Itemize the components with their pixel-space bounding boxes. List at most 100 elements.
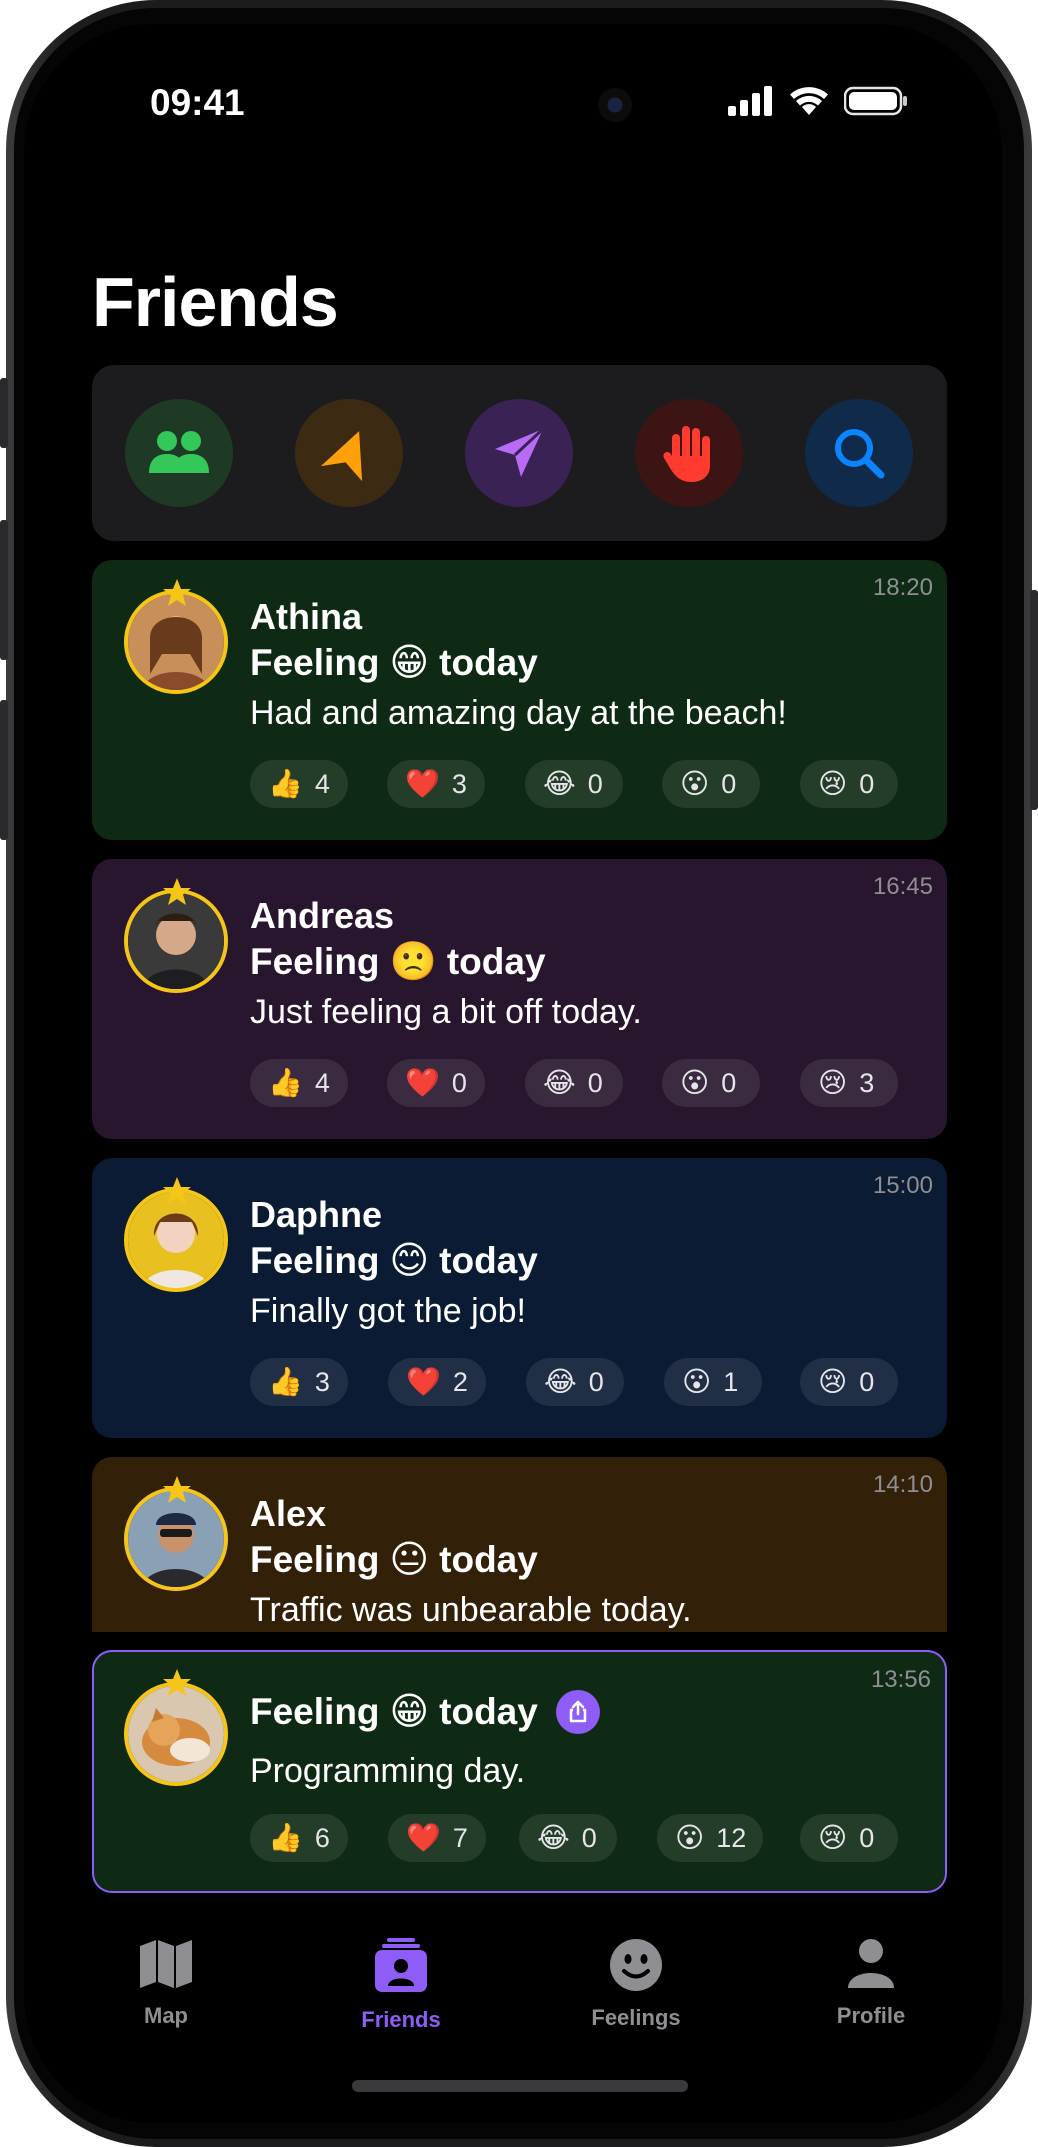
reaction-love[interactable]: ❤️ 2 [388,1358,486,1406]
reaction-count: 0 [451,1067,467,1098]
tab-map[interactable]: Map [66,1938,266,2029]
feeling-emoji: 😁 [389,642,430,684]
power-button [1030,590,1038,810]
reaction-wow[interactable]: 😮 0 [662,760,760,808]
reaction-count: 3 [314,1366,330,1397]
feeling-line: Feeling 😐 today [250,1539,538,1581]
tab-profile[interactable]: Profile [771,1938,971,2029]
tab-bar: Map Friends Feelings Profile [24,1900,1002,2100]
reaction-count: 0 [587,768,603,799]
reaction-wow[interactable]: 😮 1 [664,1358,762,1406]
post-time: 13:56 [870,1666,931,1693]
reaction-laugh[interactable]: 😂 0 [525,760,623,808]
heart-icon: ❤️ [406,1822,441,1853]
reaction-like[interactable]: 👍 3 [250,1358,348,1406]
friends-tab-icon [375,1938,427,1992]
friend-name: Andreas [250,895,395,936]
feeling-suffix: today [439,1240,538,1281]
sad-icon: 😢 [818,1067,848,1098]
reaction-sad[interactable]: 😢 0 [800,760,898,808]
home-indicator[interactable] [352,2080,688,2092]
wow-icon: 😮 [682,1366,712,1397]
reaction-wow[interactable]: 😮 12 [657,1814,763,1862]
reaction-count: 3 [451,768,467,799]
reaction-love[interactable]: ❤️ 0 [387,1059,485,1107]
feeling-suffix: today [446,941,546,982]
page-title: Friends [92,263,339,341]
block-action-button[interactable] [635,399,743,507]
reaction-sad[interactable]: 😢 0 [800,1814,898,1862]
tab-feelings[interactable]: Feelings [536,1938,736,2031]
friend-name: Athina [250,596,362,637]
post-time: 15:00 [872,1172,933,1199]
my-post-card[interactable]: 13:56 Feeling 😁 today Programming day. 👍… [92,1650,947,1893]
share-button[interactable] [555,1690,600,1734]
reaction-like[interactable]: 👍 4 [250,760,348,808]
star-icon [163,1669,191,1696]
tab-label: Friends [361,2007,441,2032]
reaction-sad[interactable]: 😢 3 [800,1059,898,1107]
action-button [0,378,8,448]
reaction-count: 0 [588,1366,604,1397]
star-icon [163,1476,191,1503]
reaction-count: 1 [723,1366,739,1397]
feeling-prefix: Feeling [250,941,380,982]
reaction-sad[interactable]: 😢 0 [800,1358,898,1406]
reaction-count: 0 [587,1067,603,1098]
laugh-icon: 😂 [543,768,576,799]
reaction-count: 0 [859,1366,875,1397]
friend-post-card[interactable]: 15:00 Daphne Feeling 😊 today Finally got… [92,1158,947,1438]
feeling-suffix: today [439,1539,538,1580]
feeling-line: Feeling 😁 today [250,1690,600,1734]
battery-icon [844,86,907,116]
nearby-action-button[interactable] [295,399,403,507]
star-icon [163,579,191,606]
friends-action-button[interactable] [125,399,233,507]
reaction-love[interactable]: ❤️ 3 [387,760,485,808]
reaction-wow[interactable]: 😮 0 [662,1059,760,1107]
reaction-laugh[interactable]: 😂 0 [519,1814,617,1862]
reaction-count: 6 [314,1822,330,1853]
post-time: 16:45 [872,873,933,900]
star-icon [163,878,191,905]
reaction-like[interactable]: 👍 4 [250,1059,348,1107]
share-icon [569,1700,587,1723]
reaction-love[interactable]: ❤️ 7 [388,1814,486,1862]
feeling-line: Feeling 😁 today [250,642,538,684]
person-icon [848,1939,894,1988]
reaction-laugh[interactable]: 😂 0 [525,1059,623,1107]
reaction-count: 3 [859,1067,875,1098]
front-camera [598,88,632,122]
friend-post-card[interactable]: 14:10 Alex Feeling 😐 today Traffic was u… [92,1457,947,1632]
reaction-count: 0 [859,768,875,799]
reaction-count: 4 [314,768,330,799]
status-icons [728,86,908,116]
reaction-like[interactable]: 👍 6 [250,1814,348,1862]
wow-icon: 😮 [675,1822,705,1853]
feeling-emoji: 😁 [389,1691,430,1733]
feeling-emoji: 😊 [389,1240,430,1282]
hand-stop-icon [663,426,710,482]
reaction-laugh[interactable]: 😂 0 [526,1358,624,1406]
reaction-count: 0 [721,768,737,799]
feeling-suffix: today [439,642,538,683]
friend-post-card[interactable]: 18:20 Athina Feeling 😁 today Had and ama… [92,560,947,840]
feeling-suffix: today [439,1691,538,1732]
friend-post-card[interactable]: 16:45 Andreas Feeling 🙁 today Just feeli… [92,859,947,1139]
post-message: Had and amazing day at the beach! [250,694,787,732]
wifi-icon [790,87,828,115]
search-action-button[interactable] [805,399,913,507]
send-action-button[interactable] [465,399,573,507]
feeling-prefix: Feeling [250,1240,380,1281]
tab-friends[interactable]: Friends [301,1938,501,2033]
reaction-count: 4 [314,1067,330,1098]
friend-name: Daphne [250,1194,383,1235]
map-icon [140,1940,192,1988]
reaction-count: 7 [452,1822,468,1853]
feeling-line: Feeling 😊 today [250,1240,538,1282]
sad-icon: 😢 [818,768,848,799]
tab-label: Feelings [591,2005,681,2030]
volume-up-button [0,520,8,660]
reaction-count: 0 [581,1822,597,1853]
thumbs-up-icon: 👍 [268,768,303,799]
